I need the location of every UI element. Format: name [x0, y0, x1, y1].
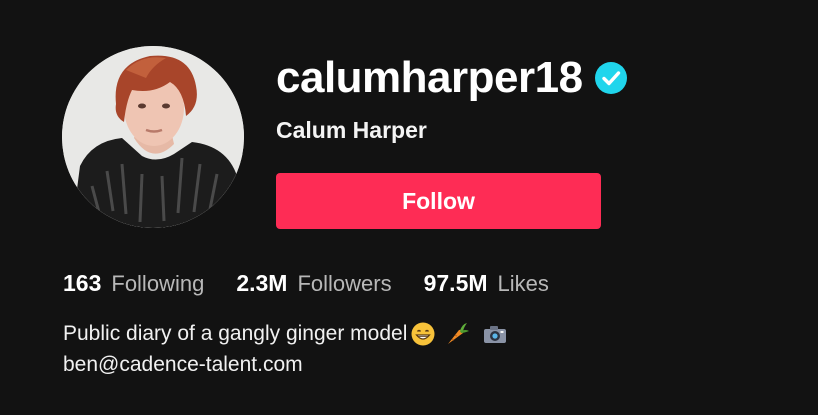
avatar[interactable] [62, 46, 244, 228]
avatar-photo [62, 46, 244, 228]
stat-followers[interactable]: 2.3M Followers [236, 266, 391, 301]
carrot-emoji-icon [444, 321, 470, 347]
grinning-face-emoji-icon [410, 321, 436, 347]
bio: Public diary of a gangly ginger model be… [63, 318, 508, 380]
stat-value: 2.3M [236, 270, 288, 296]
display-name: Calum Harper [276, 117, 427, 143]
stat-value: 97.5M [423, 270, 488, 296]
stat-likes: 97.5M Likes [424, 266, 549, 301]
bio-line: Public diary of a gangly ginger model [63, 318, 508, 349]
follow-button[interactable]: Follow [276, 173, 601, 229]
camera-emoji-icon [482, 321, 508, 347]
bio-text: Public diary of a gangly ginger model [63, 322, 408, 345]
stat-label: Followers [297, 271, 392, 296]
stat-label: Following [111, 271, 205, 296]
stat-following[interactable]: 163 Following [63, 266, 204, 301]
username-row: calumharper18 [276, 50, 627, 106]
verified-badge-icon [594, 62, 627, 94]
profile-stats: 163 Following 2.3M Followers 97.5M Likes [63, 266, 581, 301]
username: calumharper18 [276, 53, 583, 102]
stat-label: Likes [497, 271, 549, 296]
stat-value: 163 [63, 270, 102, 296]
profile-header: calumharper18 Calum Harper Follow 163 Fo… [0, 0, 818, 415]
bio-email[interactable]: ben@cadence-talent.com [63, 349, 508, 380]
